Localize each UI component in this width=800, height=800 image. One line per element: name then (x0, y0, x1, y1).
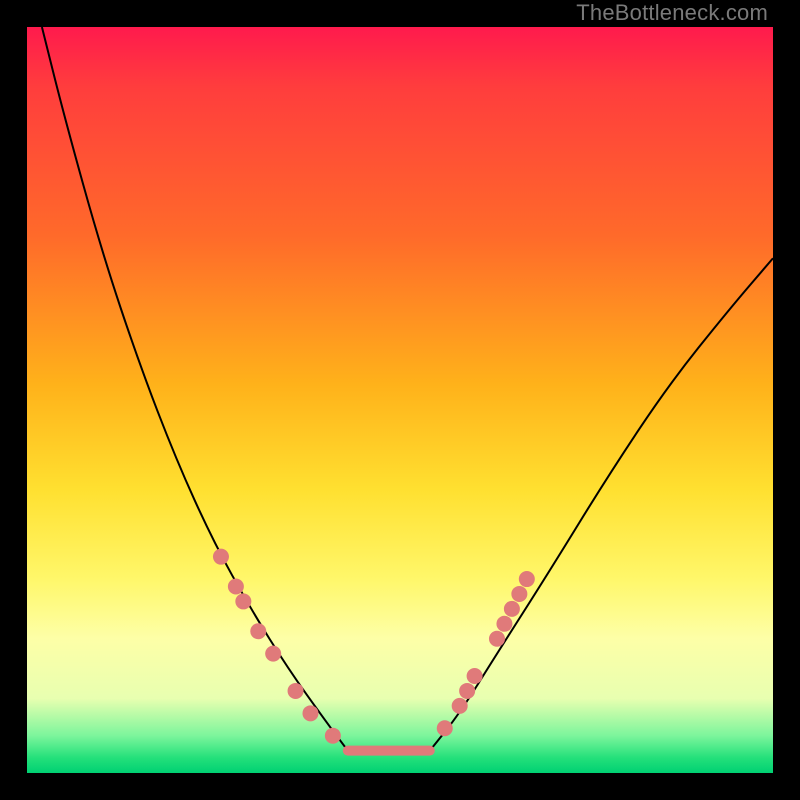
marker-dot (467, 668, 483, 684)
marker-dot (437, 720, 453, 736)
marker-dot (228, 579, 244, 595)
marker-dot (213, 549, 229, 565)
marker-dot (452, 698, 468, 714)
curve-left (42, 27, 348, 751)
chart-area (27, 27, 773, 773)
marker-dot (504, 601, 520, 617)
marker-dot (288, 683, 304, 699)
marker-dot (325, 728, 341, 744)
marker-dot (459, 683, 475, 699)
marker-dot (511, 586, 527, 602)
watermark-text: TheBottleneck.com (576, 0, 768, 26)
marker-dot (235, 593, 251, 609)
marker-dot (496, 616, 512, 632)
marker-dot (302, 705, 318, 721)
marker-dot (250, 623, 266, 639)
chart-svg (27, 27, 773, 773)
marker-dot (265, 646, 281, 662)
marker-dot (519, 571, 535, 587)
marker-group-right (437, 571, 535, 736)
marker-dot (489, 631, 505, 647)
